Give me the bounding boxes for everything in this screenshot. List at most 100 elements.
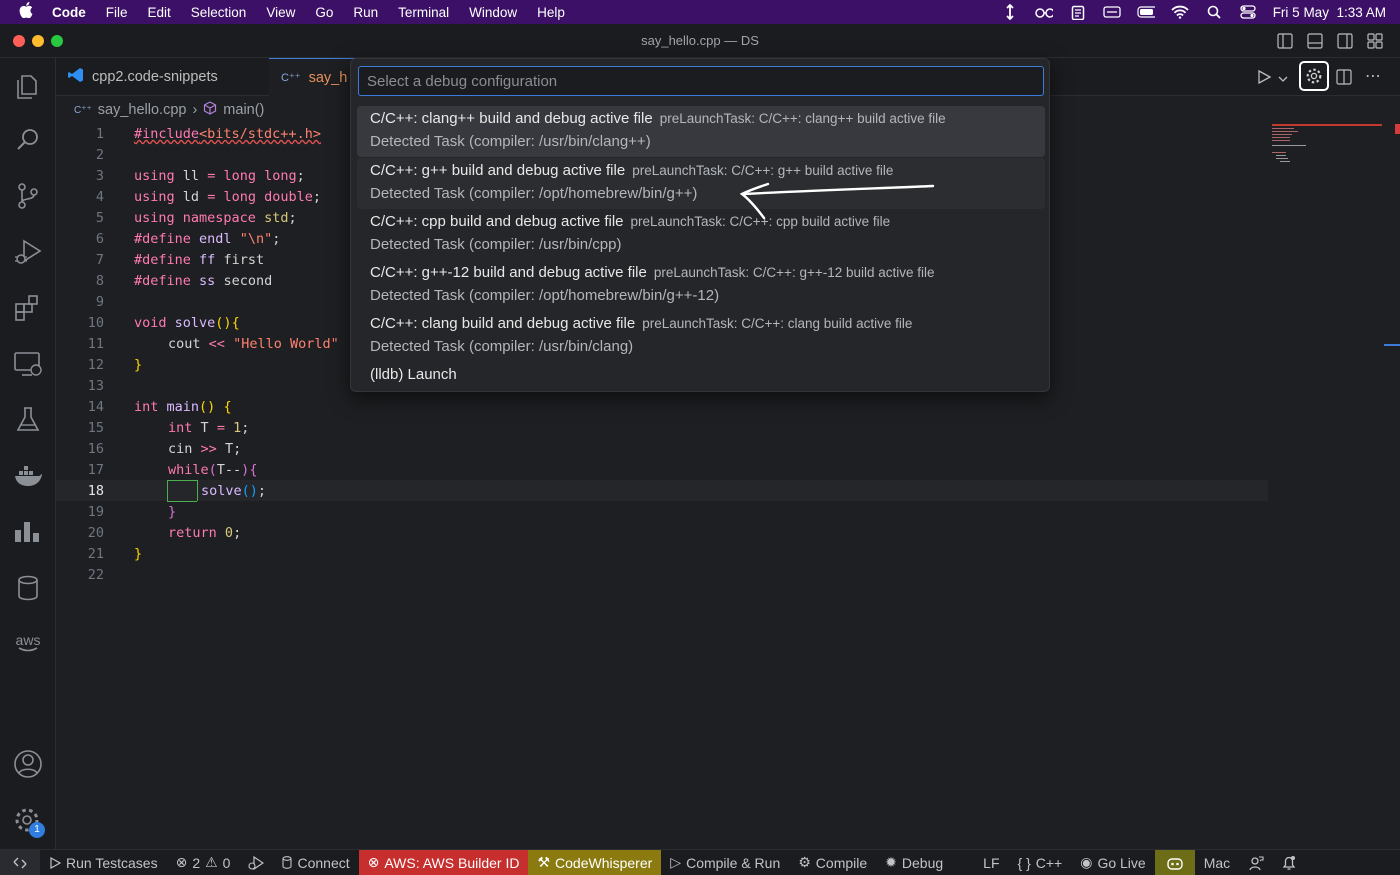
source-control-icon[interactable] xyxy=(12,180,44,212)
menu-terminal[interactable]: Terminal xyxy=(388,5,459,20)
bug-icon: ✹ xyxy=(885,854,897,870)
run-options-chevron-down-icon[interactable] xyxy=(1278,71,1288,89)
menu-file[interactable]: File xyxy=(96,5,138,20)
breadcrumb-symbol[interactable]: main() xyxy=(223,102,264,118)
copilot-icon[interactable] xyxy=(1154,849,1195,875)
manage-gear-icon[interactable]: 1 xyxy=(12,804,45,838)
split-editor-icon[interactable] xyxy=(1336,69,1352,90)
menu-app-code[interactable]: Code xyxy=(52,5,96,20)
quick-pick-item[interactable]: (lldb) Launch xyxy=(357,362,1045,388)
database-icon[interactable] xyxy=(12,572,44,604)
minimap-line xyxy=(1272,152,1286,153)
code-token: long double xyxy=(223,189,313,205)
vertical-arrows-icon[interactable] xyxy=(1001,4,1019,20)
debug-configuration-quick-pick: C/C++: clang++ build and debug active fi… xyxy=(350,58,1050,392)
battery-icon[interactable] xyxy=(1137,5,1155,19)
label: CodeWhisperer xyxy=(555,854,653,871)
cube-symbol-icon xyxy=(203,101,217,119)
extensions-icon[interactable] xyxy=(12,292,44,324)
clipboard-icon[interactable] xyxy=(1069,5,1087,20)
quick-pick-item[interactable]: C/C++: clang++ build and debug active fi… xyxy=(357,106,1045,157)
line-number: 14 xyxy=(87,399,104,415)
os-indicator[interactable]: Mac xyxy=(1195,850,1239,875)
explorer-icon[interactable] xyxy=(12,68,44,100)
run-and-debug-icon[interactable] xyxy=(12,236,44,268)
wifi-icon[interactable] xyxy=(1171,5,1189,19)
control-center-icon[interactable] xyxy=(1239,5,1257,19)
run-debug-play-icon[interactable] xyxy=(1256,69,1272,90)
menubar-clock[interactable]: Fri 5 May 1:33 AM xyxy=(1273,5,1386,20)
tab-cpp2-code-snippets[interactable]: cpp2.code-snippets xyxy=(56,58,268,96)
minimap-line xyxy=(1272,128,1294,129)
customize-layout-icon[interactable] xyxy=(1367,33,1383,49)
line-number: 9 xyxy=(95,294,104,310)
quick-pick-item[interactable]: C/C++: g++-12 build and debug active fil… xyxy=(357,260,1045,311)
menu-run[interactable]: Run xyxy=(343,5,388,20)
problems-indicator[interactable]: ⊗ 2 ⚠ 0 xyxy=(167,850,240,875)
play-icon: ▷ xyxy=(670,854,682,870)
docker-icon[interactable] xyxy=(12,460,44,492)
aws-toolkit-icon[interactable]: aws xyxy=(12,628,44,660)
go-live-button[interactable]: ◉ Go Live xyxy=(1071,850,1154,875)
code-line: cin >> T; xyxy=(168,441,242,457)
clock-date: Fri 5 May xyxy=(1272,4,1329,20)
menu-view[interactable]: View xyxy=(256,5,305,20)
feedback-person-icon[interactable] xyxy=(1239,850,1273,875)
menu-go[interactable]: Go xyxy=(305,5,343,20)
menu-help[interactable]: Help xyxy=(527,5,575,20)
remote-window-icon[interactable] xyxy=(0,849,40,875)
quick-pick-item[interactable]: C/C++: clang build and debug active file… xyxy=(357,311,1045,362)
debug-config-search-input[interactable] xyxy=(358,66,1044,96)
code-token: using xyxy=(134,189,175,205)
code-token: using xyxy=(134,168,175,184)
editor-scrollbar[interactable] xyxy=(1384,96,1400,849)
spotlight-search-icon[interactable] xyxy=(1205,5,1223,19)
remote-explorer-icon[interactable] xyxy=(12,348,44,380)
toggle-panel-icon[interactable] xyxy=(1307,33,1323,49)
end-of-line-selector[interactable]: LF xyxy=(974,850,1008,875)
line-number: 2 xyxy=(95,147,104,163)
code-token: void xyxy=(134,315,167,331)
glasses-icon[interactable] xyxy=(1034,5,1053,19)
debug-button[interactable]: ✹ Debug xyxy=(876,850,952,875)
toggle-primary-sidebar-icon[interactable] xyxy=(1277,33,1293,49)
label: Compile & Run xyxy=(686,854,781,871)
search-icon[interactable] xyxy=(12,124,44,156)
language-mode-selector[interactable]: { } C++ xyxy=(1009,850,1072,875)
minimap-line xyxy=(1272,131,1298,132)
menu-window[interactable]: Window xyxy=(459,5,527,20)
code-line: solve(); xyxy=(201,483,267,499)
add-configuration-gear-icon[interactable] xyxy=(1299,61,1329,91)
code-token: second xyxy=(223,273,273,289)
minimap[interactable] xyxy=(1268,122,1388,182)
debug-launch-icon[interactable] xyxy=(239,850,273,875)
codewhisperer-status[interactable]: ⚒ CodeWhisperer xyxy=(528,849,662,875)
code-line: int main() { xyxy=(134,399,232,415)
database-icon xyxy=(282,856,293,869)
compile-button[interactable]: ⚙ Compile xyxy=(789,850,876,875)
connect-button[interactable]: Connect xyxy=(273,850,358,875)
window-title-bar: say_hello.cpp — DS xyxy=(0,24,1400,58)
notifications-bell-icon[interactable] xyxy=(1273,850,1305,875)
breadcrumb-file[interactable]: say_hello.cpp xyxy=(98,102,187,118)
testing-flask-icon[interactable] xyxy=(12,404,44,436)
charts-icon[interactable] xyxy=(12,516,44,548)
compile-and-run-button[interactable]: ▷ Compile & Run xyxy=(661,850,789,875)
code-token: return xyxy=(168,525,217,541)
toggle-secondary-sidebar-icon[interactable] xyxy=(1337,33,1353,49)
accounts-icon[interactable] xyxy=(12,748,44,780)
menu-selection[interactable]: Selection xyxy=(181,5,257,20)
apple-icon[interactable] xyxy=(0,2,52,22)
run-testcases-button[interactable]: Run Testcases xyxy=(40,850,167,875)
quick-pick-item[interactable]: C/C++: g++ build and debug active file pr… xyxy=(357,158,1045,209)
cpp-file-icon: C⁺⁺ xyxy=(74,104,92,116)
tab-say-hello-cpp[interactable]: C⁺⁺ say_h xyxy=(269,58,355,96)
minimap-line xyxy=(1272,137,1290,138)
code-token: "Hello World" xyxy=(233,336,339,352)
keyboard-icon[interactable] xyxy=(1103,5,1121,19)
line-number: 10 xyxy=(87,315,104,331)
aws-connection-status[interactable]: ⊗ AWS: AWS Builder ID xyxy=(358,849,529,875)
quick-pick-item[interactable]: C/C++: cpp build and debug active file pr… xyxy=(357,209,1045,260)
menu-edit[interactable]: Edit xyxy=(138,5,181,20)
more-actions-icon[interactable]: ⋯ xyxy=(1365,66,1381,86)
